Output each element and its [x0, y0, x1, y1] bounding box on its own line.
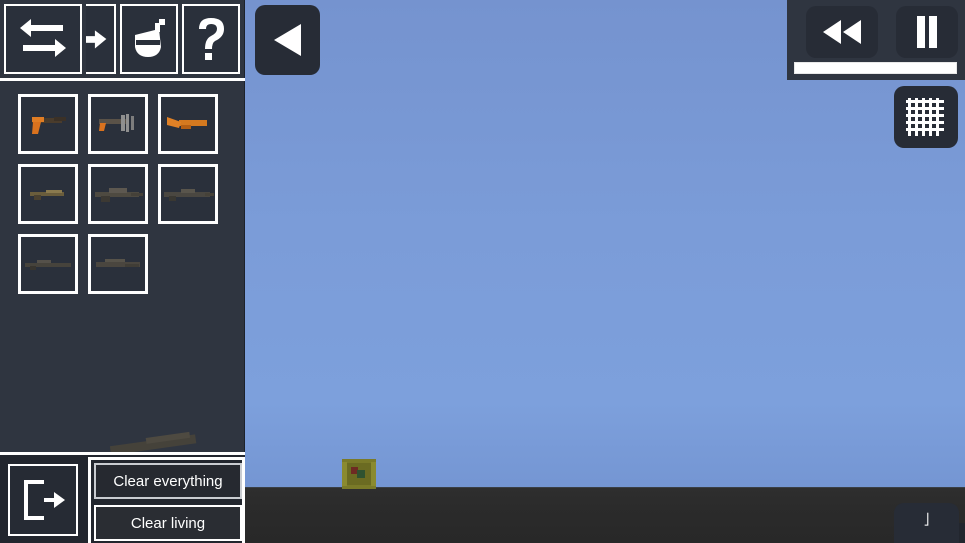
- clear-everything-button[interactable]: Clear everything: [94, 463, 242, 499]
- weapon-icon-battle-rifle: [161, 167, 215, 221]
- weapon-icon-submachine-gun: [21, 167, 75, 221]
- weapon-icon-pistol: [21, 97, 75, 151]
- download-drawer-button[interactable]: ⎦: [894, 503, 959, 543]
- rewind-button[interactable]: [806, 6, 878, 58]
- weapon-slot-8[interactable]: [88, 234, 148, 294]
- triangle-left-icon: [273, 24, 301, 56]
- left-sidebar: Clear everything Clear living: [0, 0, 245, 543]
- swap-arrows-icon: [20, 19, 66, 57]
- grid-mesh-icon: [906, 98, 944, 136]
- sidebar-bottom-bar: Clear everything Clear living: [0, 452, 245, 543]
- weapon-icon-assault-rifle: [91, 167, 145, 221]
- sidebar-toolbar: [0, 0, 245, 81]
- weapon-slot-4[interactable]: [18, 164, 78, 224]
- weapon-grid: [0, 86, 245, 431]
- crate-detail-green: [357, 470, 365, 478]
- weapon-icon-machine-pistol: [91, 97, 145, 151]
- game-viewport[interactable]: ⎦: [245, 0, 965, 543]
- weapon-slot-6[interactable]: [158, 164, 218, 224]
- weapon-icon-sawed-off: [161, 97, 215, 151]
- paint-bucket-icon: [135, 19, 165, 57]
- exit-door-icon: [24, 480, 65, 520]
- pause-button[interactable]: [896, 6, 958, 58]
- crate-edge-right: [371, 462, 376, 486]
- crate-entity[interactable]: [342, 459, 376, 489]
- exit-button[interactable]: [8, 464, 78, 536]
- timeline-progress-bar[interactable]: [794, 62, 957, 74]
- toolbar-button-next[interactable]: [86, 4, 116, 74]
- weapon-slot-1[interactable]: [18, 94, 78, 154]
- toolbar-divider: [0, 78, 245, 81]
- clear-living-button[interactable]: Clear living: [94, 505, 242, 541]
- ground-plane: [245, 487, 965, 543]
- playback-controls-panel: [787, 0, 965, 80]
- arrow-right-icon: [86, 30, 107, 49]
- app-root: ⎦ Clear everything Clear living: [0, 0, 965, 543]
- weapon-icon-sniper-rifle: [21, 237, 75, 291]
- grid-toggle-button[interactable]: [894, 86, 958, 148]
- toolbar-button-help[interactable]: [182, 4, 240, 74]
- pause-icon: [917, 16, 937, 48]
- question-mark-icon: [199, 18, 224, 60]
- weapon-slot-3[interactable]: [158, 94, 218, 154]
- weapon-slot-5[interactable]: [88, 164, 148, 224]
- weapon-icon-heavy-rifle: [91, 237, 145, 291]
- weapon-slot-7[interactable]: [18, 234, 78, 294]
- back-button[interactable]: [255, 5, 320, 75]
- toolbar-button-swap[interactable]: [4, 4, 82, 74]
- download-icon: ⎦: [923, 514, 930, 526]
- clear-actions-group: Clear everything Clear living: [88, 457, 245, 543]
- rewind-icon: [823, 20, 861, 44]
- toolbar-button-paint[interactable]: [120, 4, 178, 74]
- weapon-slot-2[interactable]: [88, 94, 148, 154]
